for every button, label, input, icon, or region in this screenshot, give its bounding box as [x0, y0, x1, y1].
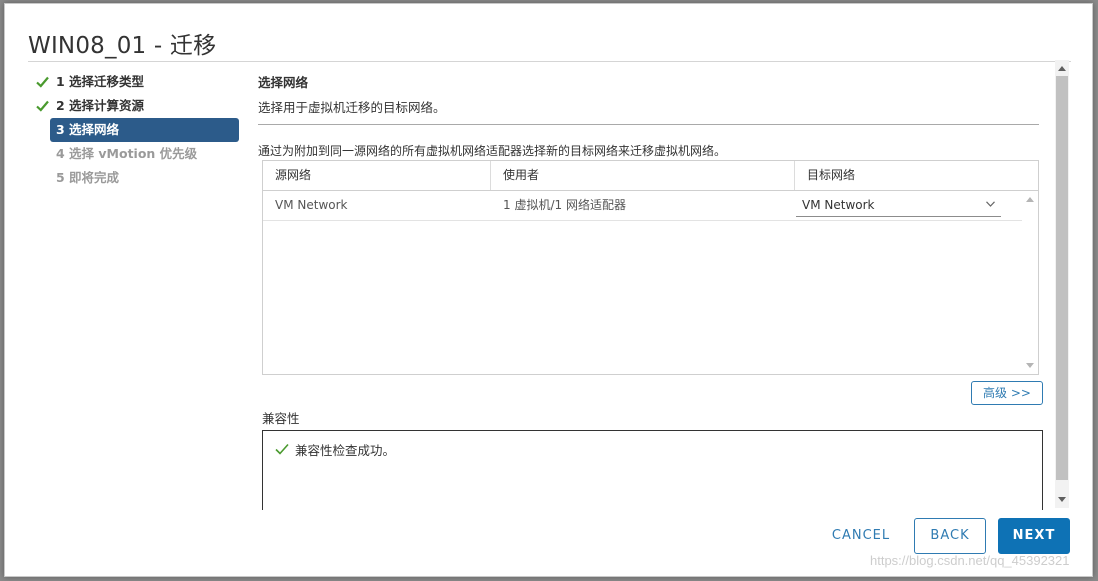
target-network-select[interactable]: VM Network	[796, 193, 1001, 217]
step-label: 2 选择计算资源	[56, 98, 145, 113]
dialog-title: WIN08_01 - 迁移	[28, 33, 217, 59]
cell-source-network: VM Network	[275, 198, 348, 212]
grid-scrollbar[interactable]	[1022, 191, 1038, 374]
compatibility-label: 兼容性	[262, 411, 300, 426]
section-divider	[258, 124, 1039, 125]
step-label: 1 选择迁移类型	[56, 74, 145, 89]
scrollbar-thumb[interactable]	[1056, 76, 1068, 480]
step-label: 5 即将完成	[56, 170, 120, 185]
step-select-migration-type[interactable]: 1 选择迁移类型	[33, 70, 239, 94]
back-button[interactable]: BACK	[914, 518, 986, 554]
next-button[interactable]: NEXT	[998, 518, 1070, 554]
step-select-vmotion-priority: 4 选择 vMotion 优先级	[33, 142, 239, 166]
scroll-down-icon[interactable]	[1026, 363, 1034, 368]
table-row[interactable]: VM Network 1 虚拟机/1 网络适配器 VM Network	[263, 191, 1024, 221]
column-header-used-by[interactable]: 使用者	[491, 161, 795, 190]
chevron-down-icon	[986, 201, 995, 207]
column-header-target-network[interactable]: 目标网络	[795, 161, 1038, 190]
cell-target-network: VM Network	[795, 191, 1024, 220]
target-network-value: VM Network	[802, 198, 875, 212]
step-label: 4 选择 vMotion 优先级	[56, 146, 198, 161]
compatibility-message-text: 兼容性检查成功。	[295, 443, 396, 458]
section-title: 选择网络	[258, 75, 309, 90]
scroll-up-icon[interactable]	[1058, 66, 1066, 71]
step-select-network[interactable]: 3 选择网络	[50, 118, 239, 142]
step-ready-to-complete: 5 即将完成	[33, 166, 239, 190]
advanced-button[interactable]: 高级 >>	[971, 381, 1043, 405]
check-icon	[275, 443, 289, 455]
network-grid: 源网络 使用者 目标网络 VM Network 1 虚拟机/1 网络适配器 VM…	[262, 160, 1039, 375]
cancel-button[interactable]: CANCEL	[825, 518, 897, 554]
check-icon	[36, 76, 49, 88]
main-content: 选择网络 选择用于虚拟机迁移的目标网络。 通过为附加到同一源网络的所有虚拟机网络…	[258, 72, 1043, 510]
check-icon	[36, 100, 49, 112]
instruction-text: 通过为附加到同一源网络的所有虚拟机网络适配器选择新的目标网络来迁移虚拟机网络。	[258, 144, 727, 158]
title-divider	[28, 61, 1071, 62]
cell-used-by: 1 虚拟机/1 网络适配器	[503, 198, 626, 212]
scroll-down-icon[interactable]	[1058, 497, 1066, 502]
step-select-compute-resource[interactable]: 2 选择计算资源	[33, 94, 239, 118]
wizard-steps: 1 选择迁移类型 2 选择计算资源 3 选择网络 4 选择 vMotion 优先…	[33, 70, 243, 190]
step-label: 3 选择网络	[56, 122, 120, 137]
scroll-up-icon[interactable]	[1026, 197, 1034, 202]
column-header-source-network[interactable]: 源网络	[263, 161, 491, 190]
watermark: https://blog.csdn.net/qq_45392321	[870, 553, 1070, 568]
migrate-dialog: WIN08_01 - 迁移 1 选择迁移类型 2 选择计算资源 3 选择网络 4…	[4, 3, 1093, 577]
main-scrollbar[interactable]	[1055, 60, 1069, 508]
section-description: 选择用于虚拟机迁移的目标网络。	[258, 100, 446, 115]
compatibility-box: 兼容性检查成功。	[262, 430, 1043, 510]
compatibility-message: 兼容性检查成功。	[275, 440, 395, 459]
grid-header: 源网络 使用者 目标网络	[263, 161, 1038, 191]
